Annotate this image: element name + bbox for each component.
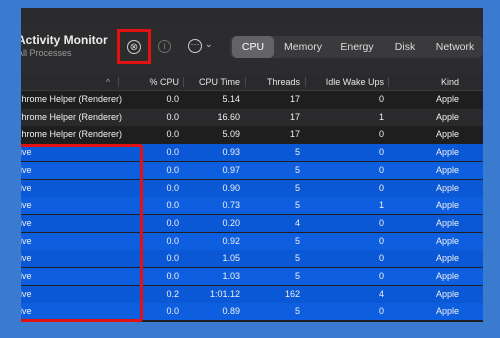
kind-cell: Apple xyxy=(435,182,459,193)
tab-network[interactable]: Network xyxy=(428,36,482,58)
kind-cell: Apple xyxy=(435,253,459,264)
idle-wake-ups-cell: 0 xyxy=(378,147,384,158)
threads-cell: 5 xyxy=(294,200,300,211)
kind-cell: Apple xyxy=(435,288,459,299)
tab-energy[interactable]: Energy xyxy=(332,36,382,58)
threads-cell: 17 xyxy=(289,129,300,140)
idle-wake-ups-cell: 0 xyxy=(378,217,384,228)
tab-disk[interactable]: Disk xyxy=(384,36,426,58)
cpu-time-cell: 0.92 xyxy=(222,235,240,246)
kind-cell: Apple xyxy=(435,306,459,317)
column-header-threads[interactable]: Threads xyxy=(248,74,300,90)
idle-wake-ups-cell: 1 xyxy=(378,200,384,211)
cpu-time-cell: 0.73 xyxy=(222,200,240,211)
cpu-time-cell: 0.90 xyxy=(222,182,240,193)
column-header-idle-wake-ups[interactable]: Idle Wake Ups xyxy=(308,74,384,90)
cpu-time-cell: 0.89 xyxy=(222,306,240,317)
activity-monitor-window: Activity Monitor All Processes ⊗ i ··· ⌄… xyxy=(21,8,483,322)
idle-wake-ups-cell: 0 xyxy=(378,94,384,104)
cpu-time-cell: 1:01.12 xyxy=(209,288,240,299)
threads-cell: 5 xyxy=(294,147,300,158)
threads-cell: 5 xyxy=(294,253,300,264)
idle-wake-ups-cell: 0 xyxy=(378,182,384,193)
column-divider xyxy=(305,77,306,87)
more-options-icon[interactable]: ··· xyxy=(188,39,202,53)
idle-wake-ups-cell: 0 xyxy=(378,235,384,246)
idle-wake-ups-cell: 0 xyxy=(378,164,384,175)
cpu-time-cell: 1.05 xyxy=(222,253,240,264)
process-name-cell: Chrome Helper (Renderer) xyxy=(21,94,123,104)
kind-cell: Apple xyxy=(435,94,459,104)
column-divider xyxy=(245,77,246,87)
column-header-cpu[interactable]: % CPU xyxy=(121,74,179,90)
kind-cell: Apple xyxy=(435,164,459,175)
kind-cell: Apple xyxy=(435,147,459,158)
threads-cell: 5 xyxy=(294,235,300,246)
cpu-percent-cell: 0.0 xyxy=(166,94,179,104)
table-row[interactable]: Chrome Helper (Renderer) 0.0 16.60 17 1 Apple xyxy=(21,108,483,126)
cpu-time-cell: 1.03 xyxy=(222,271,240,281)
column-header-kind[interactable]: Kind xyxy=(391,74,459,90)
stop-button-highlight xyxy=(117,29,151,64)
kind-cell: Apple xyxy=(435,271,459,281)
threads-cell: 17 xyxy=(289,94,300,104)
idle-wake-ups-cell: 0 xyxy=(378,253,384,264)
table-header: ^ % CPU CPU Time Threads Idle Wake Ups K… xyxy=(21,74,483,91)
tab-memory[interactable]: Memory xyxy=(276,36,330,58)
table-row[interactable]: Chrome Helper (Renderer) 0.0 5.09 17 0 Apple xyxy=(21,126,483,144)
threads-cell: 162 xyxy=(284,288,300,299)
process-name-cell: Chrome Helper (Renderer) xyxy=(21,129,123,140)
threads-cell: 17 xyxy=(289,111,300,122)
cpu-time-cell: 0.97 xyxy=(222,164,240,175)
sort-arrow-icon[interactable]: ^ xyxy=(106,74,110,90)
info-icon[interactable]: i xyxy=(158,40,171,53)
kind-cell: Apple xyxy=(435,217,459,228)
column-divider xyxy=(183,77,184,87)
idle-wake-ups-cell: 0 xyxy=(378,306,384,317)
table-row[interactable]: Chrome Helper (Renderer) 0.0 5.14 17 0 Apple xyxy=(21,91,483,108)
threads-cell: 5 xyxy=(294,306,300,317)
chevron-down-icon[interactable]: ⌄ xyxy=(205,39,213,50)
column-divider xyxy=(118,77,119,87)
threads-cell: 5 xyxy=(294,271,300,281)
selection-highlight-box xyxy=(21,144,143,322)
tab-bar: CPU Memory Energy Disk Network xyxy=(230,36,483,58)
cpu-time-cell: 5.09 xyxy=(222,129,240,140)
kind-cell: Apple xyxy=(435,235,459,246)
tab-cpu[interactable]: CPU xyxy=(232,36,274,58)
column-divider xyxy=(388,77,389,87)
cpu-time-cell: 5.14 xyxy=(222,94,240,104)
app-subtitle[interactable]: All Processes xyxy=(21,48,72,58)
threads-cell: 4 xyxy=(294,217,300,228)
app-title: Activity Monitor xyxy=(21,33,108,47)
idle-wake-ups-cell: 0 xyxy=(378,129,384,140)
cpu-time-cell: 0.93 xyxy=(222,147,240,158)
idle-wake-ups-cell: 0 xyxy=(378,271,384,281)
process-name-cell: Chrome Helper (Renderer) xyxy=(21,111,123,122)
kind-cell: Apple xyxy=(435,129,459,140)
title-bar-strip xyxy=(21,8,483,24)
cpu-time-cell: 0.20 xyxy=(222,217,240,228)
column-header-cpu-time[interactable]: CPU Time xyxy=(186,74,240,90)
idle-wake-ups-cell: 1 xyxy=(378,111,384,122)
idle-wake-ups-cell: 4 xyxy=(378,288,384,299)
cpu-time-cell: 16.60 xyxy=(217,111,240,122)
kind-cell: Apple xyxy=(435,200,459,211)
kind-cell: Apple xyxy=(435,111,459,122)
threads-cell: 5 xyxy=(294,164,300,175)
threads-cell: 5 xyxy=(294,182,300,193)
cpu-percent-cell: 0.0 xyxy=(166,129,179,140)
cpu-percent-cell: 0.0 xyxy=(166,111,179,122)
